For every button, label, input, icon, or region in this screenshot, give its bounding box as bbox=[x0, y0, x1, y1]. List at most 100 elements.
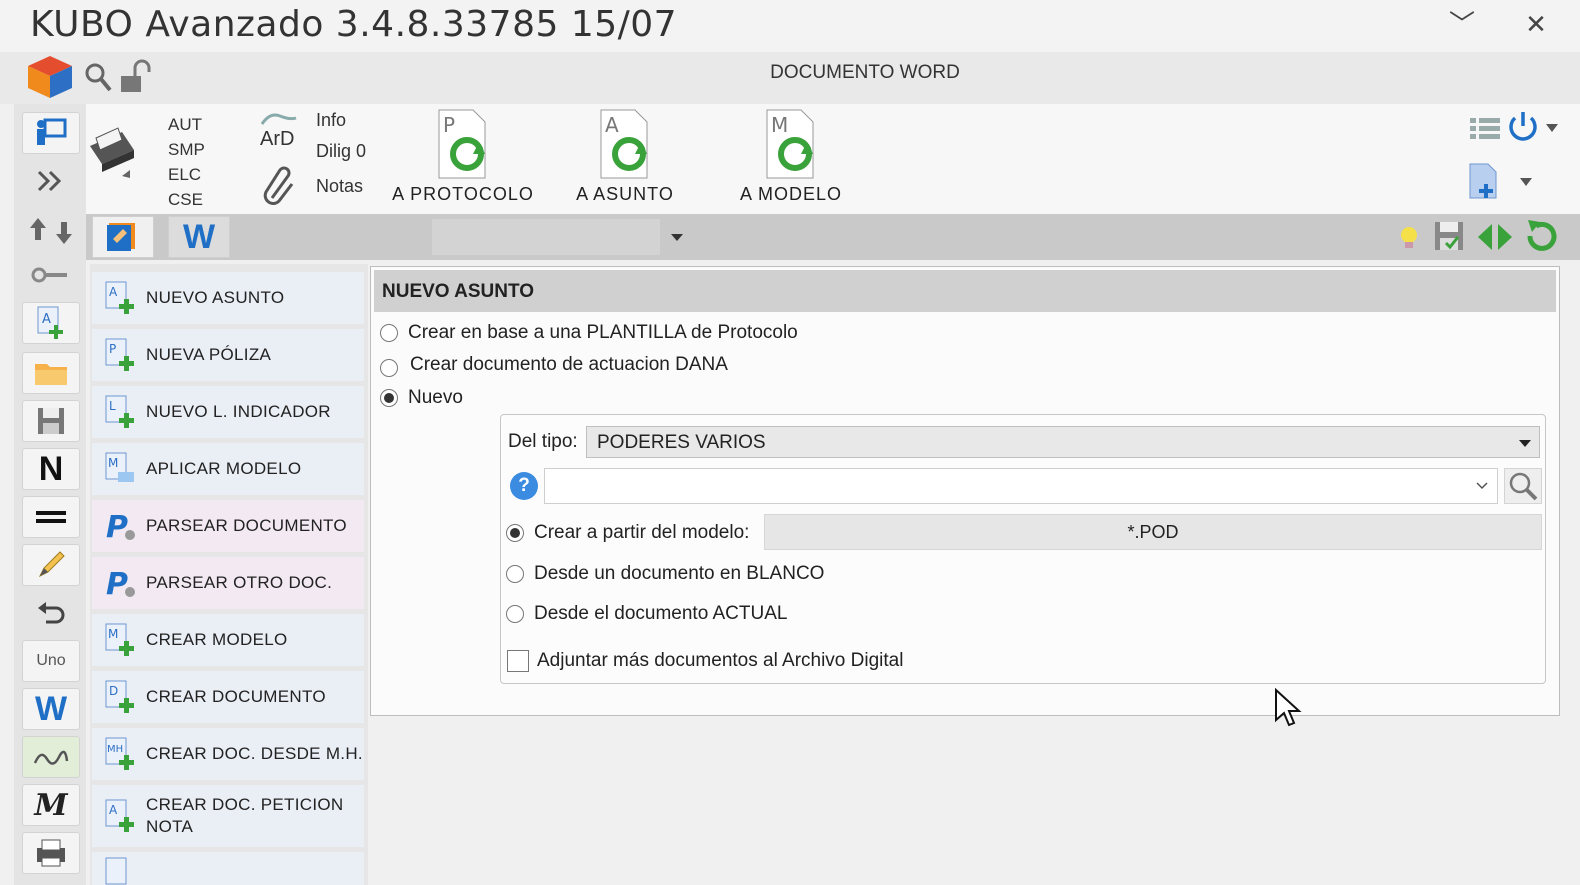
menu-nueva-poliza[interactable]: P NUEVA PÓLIZA bbox=[92, 329, 364, 381]
code-aut[interactable]: AUT bbox=[168, 112, 205, 137]
printer-icon[interactable] bbox=[82, 120, 138, 182]
panel-title: NUEVO ASUNTO bbox=[382, 281, 535, 302]
folder-icon[interactable] bbox=[22, 352, 80, 394]
minimize-button[interactable]: ﹀ bbox=[1442, 6, 1482, 42]
m-button[interactable]: M bbox=[22, 784, 80, 826]
a-modelo-button[interactable]: M A MODELO bbox=[706, 108, 876, 212]
option-nuevo[interactable]: Nuevo bbox=[380, 387, 463, 409]
menu-crear-doc-peticion-nota[interactable]: A CREAR DOC. PETICION NOTA bbox=[92, 785, 364, 847]
menu-crear-modelo[interactable]: M CREAR MODELO bbox=[92, 614, 364, 666]
menu-nuevo-asunto[interactable]: A NUEVO ASUNTO bbox=[92, 272, 364, 324]
menu-label: PARSEAR OTRO DOC. bbox=[146, 573, 333, 592]
menu-aplicar-modelo[interactable]: M APLICAR MODELO bbox=[92, 443, 364, 495]
menu-label: PARSEAR DOCUMENTO bbox=[146, 516, 347, 535]
lightbulb-icon[interactable] bbox=[1394, 222, 1424, 254]
create-model-icon: M bbox=[104, 623, 138, 657]
suboption-actual[interactable]: Desde el documento ACTUAL bbox=[506, 603, 787, 625]
printer-small-icon[interactable] bbox=[22, 832, 80, 874]
menu-parsear-otro-doc[interactable]: P PARSEAR OTRO DOC. bbox=[92, 557, 364, 609]
tab-combo-box[interactable] bbox=[432, 219, 660, 255]
document-search-combo[interactable] bbox=[544, 468, 1498, 504]
suboption-label: Desde un documento en BLANCO bbox=[534, 563, 825, 584]
add-document-icon[interactable]: A bbox=[22, 302, 80, 344]
radio-dana[interactable] bbox=[380, 359, 398, 377]
radio-nuevo[interactable] bbox=[380, 389, 398, 407]
save-icon[interactable] bbox=[22, 400, 80, 442]
radio-modelo[interactable] bbox=[506, 524, 524, 542]
search-button[interactable] bbox=[1504, 468, 1542, 504]
a-asunto-button[interactable]: A A ASUNTO bbox=[540, 108, 710, 212]
a-asunto-label: A ASUNTO bbox=[576, 184, 674, 204]
menu-label: APLICAR MODELO bbox=[146, 459, 302, 478]
suboption-blanco[interactable]: Desde un documento en BLANCO bbox=[506, 563, 824, 585]
expand-icon[interactable] bbox=[22, 160, 80, 202]
presentation-icon[interactable] bbox=[22, 112, 80, 154]
code-cse[interactable]: CSE bbox=[168, 187, 205, 212]
list-view-icon[interactable] bbox=[1468, 114, 1502, 144]
window-title: KUBO Avanzado 3.4.8.33785 15/07 bbox=[30, 4, 678, 45]
undo-icon[interactable] bbox=[22, 592, 80, 634]
request-note-icon: A bbox=[104, 799, 138, 833]
a-protocolo-button[interactable]: P A PROTOCOLO bbox=[378, 108, 548, 212]
notas-link[interactable]: Notas bbox=[316, 176, 363, 197]
combo-dropdown-arrow-icon[interactable] bbox=[668, 228, 686, 246]
word-button[interactable]: W bbox=[22, 688, 80, 730]
ard-label: ArD bbox=[260, 128, 295, 150]
radio-plantilla[interactable] bbox=[380, 324, 398, 342]
tipo-value: PODERES VARIOS bbox=[597, 432, 766, 453]
option-dana[interactable]: Crear documento de actuacion DANA bbox=[380, 353, 728, 377]
code-elc[interactable]: ELC bbox=[168, 162, 205, 187]
svg-text:D: D bbox=[109, 684, 118, 698]
search-icon[interactable] bbox=[84, 60, 112, 94]
signature-icon[interactable] bbox=[22, 736, 80, 778]
paperclip-icon[interactable] bbox=[262, 166, 296, 206]
svg-text:MH: MH bbox=[107, 744, 123, 755]
tab-presentation[interactable] bbox=[92, 216, 154, 258]
new-file-menu-icon[interactable] bbox=[1466, 162, 1542, 202]
menu-item-partial[interactable] bbox=[92, 852, 364, 885]
equals-icon[interactable] bbox=[22, 496, 80, 538]
modelo-file-field[interactable]: *.POD bbox=[764, 514, 1542, 550]
n-button[interactable]: N bbox=[22, 448, 80, 490]
ard-icon[interactable]: ArD bbox=[258, 110, 300, 154]
radio-actual[interactable] bbox=[506, 605, 524, 623]
pencil-icon[interactable] bbox=[22, 544, 80, 586]
tipo-select[interactable]: PODERES VARIOS bbox=[586, 426, 1540, 458]
power-menu-icon[interactable] bbox=[1506, 110, 1562, 146]
tab-word[interactable]: W bbox=[168, 216, 230, 258]
new-poliza-icon: P bbox=[104, 338, 138, 372]
sort-arrows-icon[interactable] bbox=[22, 210, 80, 252]
svg-text:M: M bbox=[108, 456, 118, 470]
option-label: Crear en base a una PLANTILLA de Protoco… bbox=[408, 322, 798, 343]
modelo-sync-icon: M bbox=[761, 108, 821, 180]
close-button[interactable]: ✕ bbox=[1516, 6, 1556, 42]
a-protocolo-label: A PROTOCOLO bbox=[392, 184, 534, 204]
dilig-link[interactable]: Dilig 0 bbox=[316, 141, 366, 162]
uno-button[interactable]: Uno bbox=[22, 640, 80, 682]
key-icon[interactable] bbox=[22, 254, 80, 296]
radio-blanco[interactable] bbox=[506, 565, 524, 583]
a-modelo-label: A MODELO bbox=[739, 184, 843, 204]
modelo-letter: M bbox=[771, 113, 788, 137]
suboption-label: Desde el documento ACTUAL bbox=[534, 603, 788, 624]
navigate-arrows-icon[interactable] bbox=[1476, 220, 1514, 254]
help-icon[interactable]: ? bbox=[510, 472, 538, 500]
code-smp[interactable]: SMP bbox=[168, 137, 205, 162]
menu-nuevo-l-indicador[interactable]: L NUEVO L. INDICADOR bbox=[92, 386, 364, 438]
unlock-icon[interactable] bbox=[118, 58, 154, 96]
menu-crear-documento[interactable]: D CREAR DOCUMENTO bbox=[92, 671, 364, 723]
suboption-label: Crear a partir del modelo: bbox=[534, 522, 750, 543]
menu-crear-doc-desde-mh[interactable]: MH CREAR DOC. DESDE M.H. bbox=[92, 728, 364, 780]
attach-checkbox[interactable] bbox=[507, 650, 529, 672]
menu-parsear-documento[interactable]: P PARSEAR DOCUMENTO bbox=[92, 500, 364, 552]
save-check-icon[interactable] bbox=[1432, 218, 1468, 254]
asunto-sync-icon: A bbox=[595, 108, 655, 180]
attach-option[interactable]: Adjuntar más documentos al Archivo Digit… bbox=[507, 650, 903, 672]
create-from-mh-icon: MH bbox=[104, 737, 138, 771]
refresh-icon[interactable] bbox=[1522, 218, 1562, 254]
info-link[interactable]: Info bbox=[316, 110, 346, 131]
option-plantilla[interactable]: Crear en base a una PLANTILLA de Protoco… bbox=[380, 322, 798, 344]
kubo-cube-icon[interactable] bbox=[22, 54, 78, 100]
suboption-modelo[interactable]: Crear a partir del modelo: bbox=[506, 522, 749, 544]
new-asunto-icon: A bbox=[104, 281, 138, 315]
